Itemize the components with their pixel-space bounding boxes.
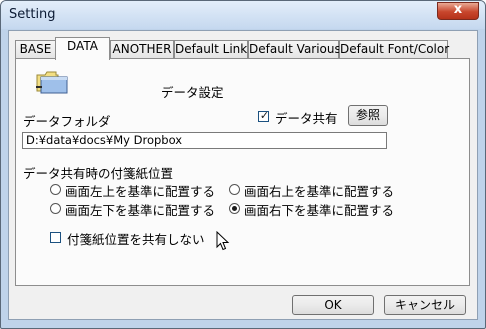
- tab-default-link[interactable]: Default Link: [174, 40, 248, 58]
- radio-bottom-left[interactable]: [50, 203, 61, 214]
- data-settings-panel: データ設定 データフォルダ ✓ データ共有 参照 D:¥data¥docs¥My…: [15, 58, 470, 286]
- browse-button-label: 参照: [355, 108, 380, 122]
- radio-bottom-left-label[interactable]: 画面左下を基準に配置する: [65, 200, 215, 219]
- tab-label: ANOTHER: [112, 42, 172, 56]
- mouse-cursor-icon: [216, 231, 230, 251]
- window-title: Setting: [9, 7, 56, 22]
- tab-label: Default Font/Color: [340, 42, 450, 56]
- browse-button[interactable]: 参照: [348, 105, 388, 126]
- close-button[interactable]: x: [437, 2, 479, 20]
- ok-button-label: OK: [324, 298, 342, 312]
- tab-data[interactable]: DATA: [55, 37, 110, 60]
- radio-top-right-label[interactable]: 画面右上を基準に配置する: [244, 181, 394, 200]
- data-folder-path-input[interactable]: D:¥data¥docs¥My Dropbox: [22, 132, 387, 149]
- tab-another[interactable]: ANOTHER: [110, 40, 174, 58]
- folder-icon: [36, 71, 68, 94]
- cancel-button-label: キャンセル: [394, 298, 455, 312]
- no-share-position-label[interactable]: 付箋紙位置を共有しない: [67, 229, 205, 248]
- tab-label: Default Various: [249, 42, 341, 56]
- ok-button[interactable]: OK: [292, 295, 374, 315]
- no-share-position-checkbox[interactable]: [50, 232, 61, 243]
- check-icon: ✓: [259, 109, 270, 122]
- data-share-label[interactable]: データ共有: [275, 108, 338, 127]
- tab-label: Default Link: [175, 42, 248, 56]
- data-share-checkbox[interactable]: ✓: [258, 109, 270, 122]
- tab-label: DATA: [67, 39, 98, 53]
- radio-top-right[interactable]: [229, 184, 240, 195]
- tab-default-font-color[interactable]: Default Font/Color: [339, 40, 450, 58]
- title-bar[interactable]: Setting x: [1, 1, 485, 29]
- setting-window: Setting x BASE DATA ANOTHER Default Link…: [0, 0, 486, 329]
- dialog-client-area: BASE DATA ANOTHER Default Link Default V…: [8, 30, 478, 320]
- panel-heading: データ設定: [161, 85, 224, 100]
- radio-bottom-right-label[interactable]: 画面右下を基準に配置する: [244, 200, 394, 219]
- radio-top-left-label[interactable]: 画面左上を基準に配置する: [65, 181, 215, 200]
- close-icon: x: [453, 2, 463, 17]
- tab-default-various[interactable]: Default Various: [248, 40, 341, 58]
- cancel-button[interactable]: キャンセル: [384, 295, 466, 315]
- radio-top-left[interactable]: [50, 184, 61, 195]
- data-folder-label: データフォルダ: [23, 114, 111, 129]
- radio-bottom-right[interactable]: [229, 203, 240, 214]
- tab-base[interactable]: BASE: [15, 40, 56, 58]
- tab-label: BASE: [19, 42, 52, 56]
- position-group-label: データ共有時の付箋紙位置: [23, 166, 174, 181]
